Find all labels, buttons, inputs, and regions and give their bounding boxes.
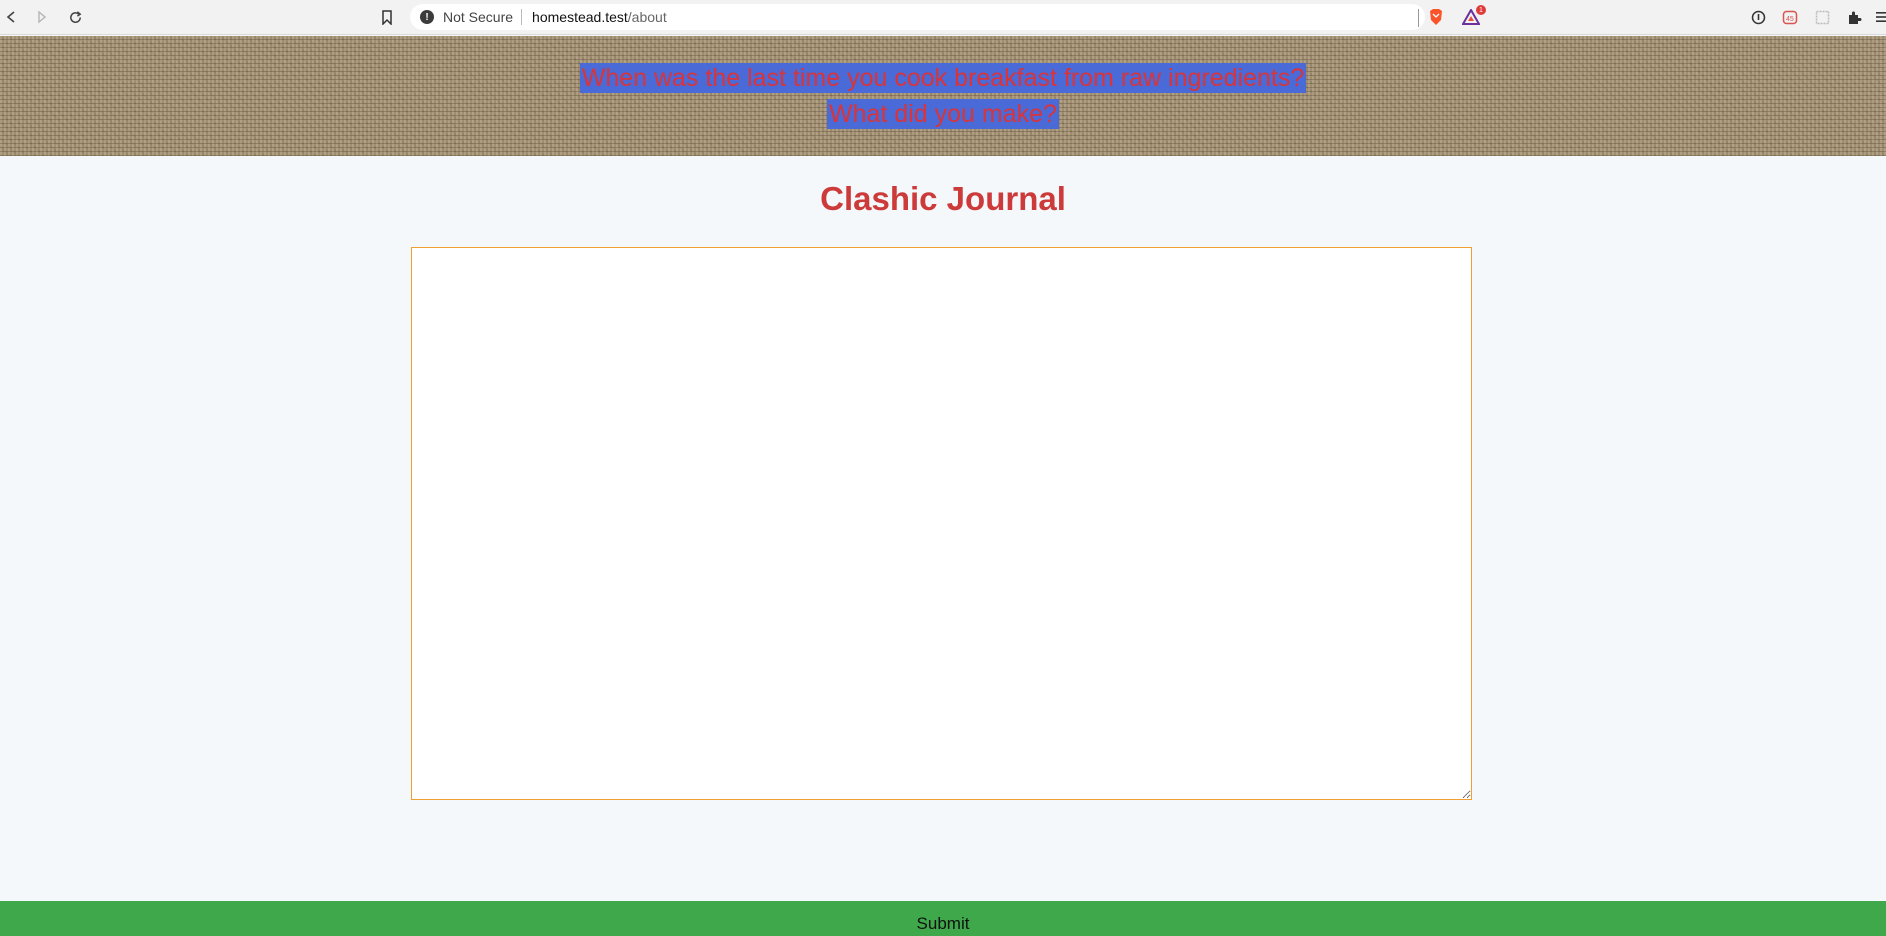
security-label[interactable]: Not Secure — [443, 9, 513, 25]
bat-rewards-icon[interactable]: 1 — [1462, 5, 1486, 26]
address-bar[interactable]: ! Not Secure homestead.test/about — [410, 4, 1425, 30]
brave-shield-icon[interactable] — [1427, 8, 1445, 26]
url-path[interactable]: /about — [628, 9, 667, 25]
browser-toolbar: ! Not Secure homestead.test/about 1 45 — [0, 0, 1886, 35]
extension-icon[interactable]: 45 — [1781, 8, 1799, 26]
puzzle-icon[interactable] — [1845, 8, 1863, 26]
back-icon[interactable] — [0, 6, 22, 28]
toolbar-divider — [1418, 9, 1419, 27]
submit-button[interactable]: Submit — [0, 901, 1886, 936]
address-separator — [521, 9, 523, 25]
menu-icon[interactable] — [1872, 8, 1886, 26]
bookmark-icon[interactable] — [376, 6, 398, 28]
journal-textarea[interactable] — [411, 247, 1472, 800]
url-host[interactable]: homestead.test — [532, 9, 628, 25]
svg-text:45: 45 — [1786, 16, 1794, 23]
extension-icon[interactable] — [1813, 8, 1831, 26]
rewards-badge: 1 — [1476, 5, 1486, 15]
page-title: Clashic Journal — [820, 180, 1066, 217]
reload-icon[interactable] — [64, 6, 86, 28]
prompt-banner: When was the last time you cook breakfas… — [0, 36, 1886, 156]
warning-icon[interactable]: ! — [420, 10, 434, 24]
forward-icon[interactable] — [31, 6, 53, 28]
prompt-followup: What did you make? — [827, 99, 1059, 129]
info-icon[interactable] — [1749, 8, 1767, 26]
prompt-question: When was the last time you cook breakfas… — [579, 63, 1307, 93]
